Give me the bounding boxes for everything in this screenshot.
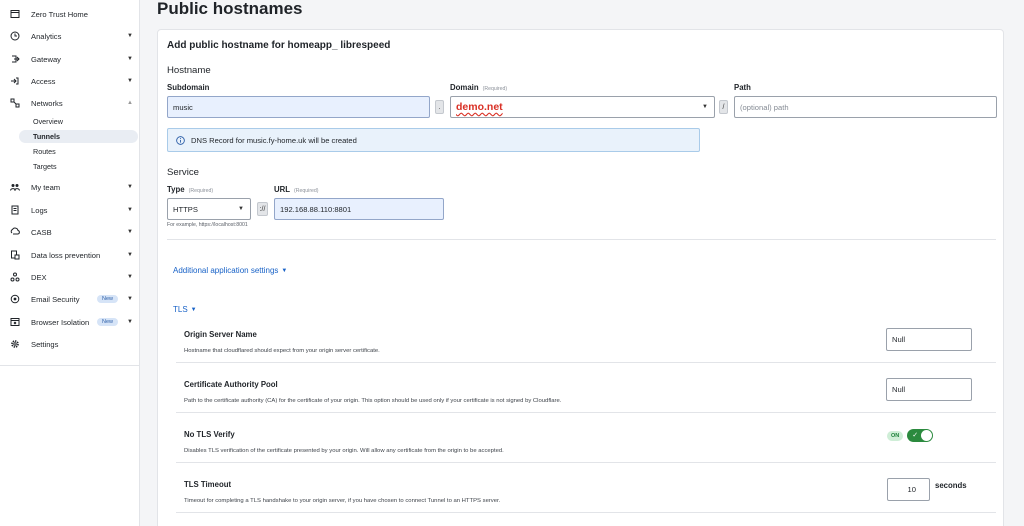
domain-select[interactable]: demo.net ▼ xyxy=(450,96,715,118)
dns-info-banner: DNS Record for music.fy-home.uk will be … xyxy=(167,128,700,152)
slash-separator: / xyxy=(719,100,728,114)
service-type-value: HTTPS xyxy=(173,204,198,214)
chevron-down-icon: ▼ xyxy=(127,33,133,39)
sidebar-item-logs[interactable]: Logs ▼ xyxy=(0,200,140,220)
chevron-down-icon: ▼ xyxy=(127,207,133,213)
ca-pool-title: Certificate Authority Pool xyxy=(184,380,278,389)
scheme-separator: :// xyxy=(257,202,268,216)
no-tls-verify-switch[interactable]: ON ✓ xyxy=(887,429,934,442)
casb-icon xyxy=(10,227,20,237)
new-badge: New xyxy=(97,318,119,326)
dns-info-text: DNS Record for music.fy-home.uk will be … xyxy=(191,135,357,145)
no-tls-verify-desc: Disables TLS verification of the certifi… xyxy=(184,448,504,454)
tls-timeout-unit: seconds xyxy=(935,481,967,490)
chevron-up-icon: ▲ xyxy=(127,100,133,106)
sidebar-item-data-loss-prevention[interactable]: Data loss prevention ▼ xyxy=(0,245,140,265)
sidebar-subitem-targets[interactable]: Targets xyxy=(19,160,138,173)
divider xyxy=(176,412,996,413)
origin-server-name-input[interactable]: Null xyxy=(886,328,972,351)
gateway-icon xyxy=(10,54,20,64)
login-icon xyxy=(10,76,20,86)
domain-label: Domain (Required) xyxy=(450,83,508,92)
path-label: Path xyxy=(734,83,751,92)
check-icon: ✓ xyxy=(912,432,919,439)
sidebar-item-gateway[interactable]: Gateway ▼ xyxy=(0,49,140,69)
sidebar-subitem-tunnels[interactable]: Tunnels xyxy=(19,130,138,143)
sidebar-item-email-security[interactable]: Email Security New ▼ xyxy=(0,289,140,309)
divider xyxy=(167,239,996,240)
additional-settings-toggle[interactable]: Additional application settings ▼ xyxy=(173,266,287,275)
path-input[interactable]: (optional) path xyxy=(734,96,997,118)
origin-server-name-desc: Hostname that cloudflared should expect … xyxy=(184,348,380,354)
chevron-down-icon: ▼ xyxy=(127,184,133,190)
type-label: Type (Required) xyxy=(167,185,214,194)
tls-timeout-input[interactable]: 10 xyxy=(887,478,930,501)
chevron-down-icon: ▼ xyxy=(702,104,708,110)
team-icon xyxy=(10,182,20,192)
service-helper-text: For example, https://localhost:8001 xyxy=(167,222,248,228)
sidebar: Zero Trust Home Analytics ▼ Gateway ▼ Ac… xyxy=(0,0,140,526)
sidebar-item-casb[interactable]: CASB ▼ xyxy=(0,222,140,242)
chevron-down-icon: ▼ xyxy=(127,252,133,258)
page-title: Public hostnames xyxy=(157,0,303,18)
toggle-switch[interactable]: ✓ xyxy=(907,429,934,442)
chevron-down-icon: ▼ xyxy=(127,296,133,302)
clock-icon xyxy=(10,31,20,41)
origin-server-name-title: Origin Server Name xyxy=(184,330,257,339)
chevron-down-icon: ▼ xyxy=(127,319,133,325)
sidebar-item-zero-trust-home[interactable]: Zero Trust Home xyxy=(0,4,140,24)
dlp-icon xyxy=(10,250,20,260)
chevron-down-icon: ▼ xyxy=(127,229,133,235)
service-type-select[interactable]: HTTPS ▼ xyxy=(167,198,251,220)
divider xyxy=(176,512,996,513)
tls-timeout-title: TLS Timeout xyxy=(184,480,232,489)
hostname-section-title: Hostname xyxy=(167,65,211,76)
divider xyxy=(176,362,996,363)
sidebar-item-settings[interactable]: Settings xyxy=(0,334,140,354)
info-icon xyxy=(176,135,185,145)
gear-icon xyxy=(10,339,20,349)
sidebar-item-networks[interactable]: Networks ▲ xyxy=(0,93,140,113)
dex-icon xyxy=(10,272,20,282)
sidebar-divider xyxy=(0,365,140,366)
subdomain-input[interactable]: music xyxy=(167,96,430,118)
logs-icon xyxy=(10,205,20,215)
domain-value: demo.net xyxy=(456,101,503,113)
sidebar-subitem-overview[interactable]: Overview xyxy=(19,115,138,128)
caret-down-icon: ▼ xyxy=(190,306,197,313)
chevron-down-icon: ▼ xyxy=(127,56,133,62)
chevron-down-icon: ▼ xyxy=(127,78,133,84)
sidebar-subitem-routes[interactable]: Routes xyxy=(19,145,138,158)
sidebar-item-my-team[interactable]: My team ▼ xyxy=(0,177,140,197)
tls-toggle[interactable]: TLS ▼ xyxy=(173,305,197,314)
service-url-input[interactable]: 192.168.88.110:8801 xyxy=(274,198,444,220)
card-title: Add public hostname for homeapp_ libresp… xyxy=(167,40,391,51)
sidebar-item-dex[interactable]: DEX ▼ xyxy=(0,267,140,287)
add-hostname-card: Add public hostname for homeapp_ libresp… xyxy=(157,29,1004,526)
url-label: URL (Required) xyxy=(274,185,319,194)
toggle-on-label: ON xyxy=(887,430,904,441)
subdomain-label: Subdomain xyxy=(167,83,210,92)
divider xyxy=(176,462,996,463)
calendar-icon xyxy=(10,9,20,19)
new-badge: New xyxy=(97,295,119,303)
browser-isolation-icon xyxy=(10,317,20,327)
dot-separator: . xyxy=(435,100,444,114)
caret-down-icon: ▼ xyxy=(281,267,288,274)
tls-timeout-desc: Timeout for completing a TLS handshake t… xyxy=(184,498,501,504)
chevron-down-icon: ▼ xyxy=(238,206,244,212)
sidebar-item-browser-isolation[interactable]: Browser Isolation New ▼ xyxy=(0,312,140,332)
ca-pool-desc: Path to the certificate authority (CA) f… xyxy=(184,398,562,404)
sidebar-item-analytics[interactable]: Analytics ▼ xyxy=(0,26,140,46)
ca-pool-input[interactable]: Null xyxy=(886,378,972,401)
email-security-icon xyxy=(10,294,20,304)
sidebar-item-access[interactable]: Access ▼ xyxy=(0,71,140,91)
chevron-down-icon: ▼ xyxy=(127,274,133,280)
no-tls-verify-title: No TLS Verify xyxy=(184,430,235,439)
network-icon xyxy=(10,98,20,108)
service-section-title: Service xyxy=(167,167,199,178)
